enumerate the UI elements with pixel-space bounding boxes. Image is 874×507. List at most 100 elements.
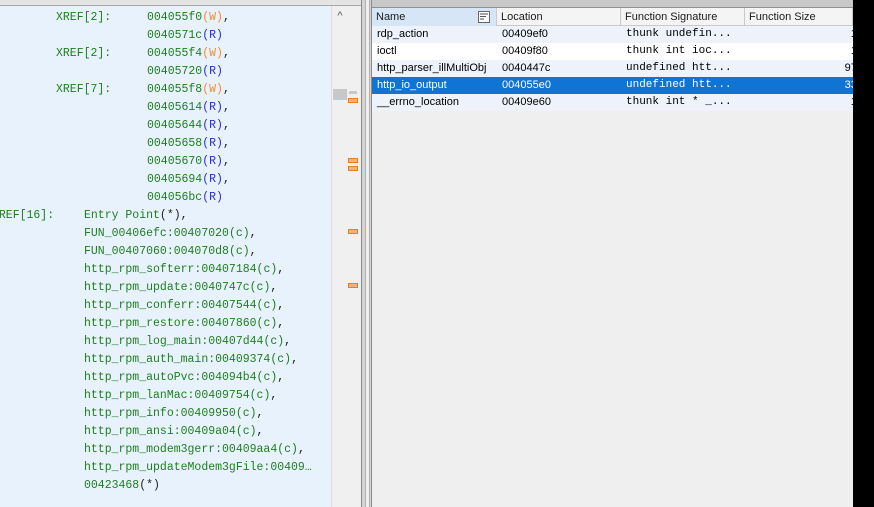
xref-address[interactable]: 00405658 xyxy=(147,137,202,150)
column-header-name[interactable]: Name xyxy=(372,8,497,26)
xref-kind: c xyxy=(242,425,250,438)
xref-address[interactable]: 00405694 xyxy=(147,173,202,186)
xref-reference[interactable]: http_rpm_restore:00407860 xyxy=(84,317,257,330)
column-header-location[interactable]: Location xyxy=(497,8,621,26)
separator: , xyxy=(270,389,278,402)
separator: , xyxy=(277,371,285,384)
separator: , xyxy=(284,335,292,348)
xref-kind: * xyxy=(166,209,174,222)
xref-type: R xyxy=(209,65,217,78)
listing-pane[interactable]: XREF[2]: 004055f0(W), 0040571c(R) XREF[2]: 0… xyxy=(0,6,331,507)
overview-marker[interactable] xyxy=(348,98,358,103)
xref-reference[interactable]: 00423468 xyxy=(84,479,139,492)
separator: , xyxy=(222,101,230,114)
xref-entry: http_rpm_info:00409950(c), xyxy=(84,405,263,423)
xref-address[interactable]: 004055f4 xyxy=(147,47,202,60)
xref-address[interactable]: 0040571c xyxy=(147,29,202,42)
xref-kind: c xyxy=(284,443,292,456)
xref-paren: ( xyxy=(249,281,257,294)
cell-size: 16 xyxy=(745,43,863,60)
xref-paren: ( xyxy=(249,389,257,402)
xref-address[interactable]: 00405614 xyxy=(147,101,202,114)
xref-kind: c xyxy=(235,227,243,240)
separator: , xyxy=(249,245,257,258)
separator: , xyxy=(222,119,230,132)
xref-reference[interactable]: http_rpm_update:0040747c xyxy=(84,281,250,294)
xref-reference[interactable]: http_rpm_log_main:00407d44 xyxy=(84,335,263,348)
cell-location: 00409ef0 xyxy=(502,28,548,40)
xref-label: XREF[2]: xyxy=(56,47,112,60)
xref-paren: ) xyxy=(291,443,298,456)
xref-type: R xyxy=(209,137,217,150)
separator: , xyxy=(270,281,278,294)
cell-signature: thunk int ioc... xyxy=(626,45,732,57)
xref-address[interactable]: 004055f8 xyxy=(147,83,202,96)
sort-filter-icon[interactable] xyxy=(478,11,490,23)
xref-address[interactable]: 00405720 xyxy=(147,65,202,78)
table-row[interactable]: http_io_output 004055e0 undefined htt... 33… xyxy=(372,77,863,94)
scroll-thumb[interactable] xyxy=(333,89,347,100)
overview-marker[interactable] xyxy=(348,166,358,171)
cell-location: 00409f80 xyxy=(502,45,548,57)
xref-paren: ) xyxy=(216,191,223,204)
cell-location: 0040447c xyxy=(502,62,551,74)
xref-reference[interactable]: http_rpm_auth_main:00409374 xyxy=(84,353,270,366)
table-row[interactable]: http_parser_illMultiObj 0040447c undefined… xyxy=(372,60,863,77)
xref-reference[interactable]: http_rpm_modem3gerr:00409aa4 xyxy=(84,443,277,456)
xref-reference[interactable]: http_rpm_autoPvc:004094b4 xyxy=(84,371,257,384)
functions-table[interactable]: Name Location Function Signature Functio… xyxy=(372,0,863,507)
xref-address[interactable]: 004056bc xyxy=(147,191,202,204)
xref-reference[interactable]: http_rpm_softerr:00407184 xyxy=(84,263,257,276)
cell-name: http_parser_illMultiObj xyxy=(377,62,487,74)
overview-marker[interactable] xyxy=(348,158,358,163)
overview-marker[interactable] xyxy=(348,283,358,288)
xref-address[interactable]: 00405644 xyxy=(147,119,202,132)
cell-size: 16 xyxy=(745,26,863,43)
chevron-up-icon[interactable]: ^ xyxy=(334,10,346,22)
cell-size: 976 xyxy=(745,60,863,77)
xref-type: R xyxy=(209,173,217,186)
table-toolbar-strip xyxy=(372,0,853,8)
overview-marker[interactable] xyxy=(348,229,358,234)
separator: , xyxy=(297,443,305,456)
xref-address[interactable]: 004055f0 xyxy=(147,11,202,24)
separator: , xyxy=(256,425,264,438)
xref-reference[interactable]: FUN_00406efc:00407020 xyxy=(84,227,229,240)
xref-reference[interactable]: http_rpm_conferr:00407544 xyxy=(84,299,257,312)
xref-reference[interactable]: Entry Point xyxy=(84,209,160,222)
xref-reference[interactable]: http_rpm_info:00409950 xyxy=(84,407,236,420)
xref-type: W xyxy=(209,83,217,96)
xref-entry: FUN_00406efc:00407020(c), xyxy=(84,225,257,243)
xref-paren: ( xyxy=(159,209,167,222)
xref-type: W xyxy=(209,11,217,24)
overview-scrollbar[interactable]: ^ xyxy=(331,6,361,507)
xref-paren: ) xyxy=(216,155,223,168)
table-row[interactable]: rdp_action 00409ef0 thunk undefin... 16 xyxy=(372,26,863,43)
xref-paren: ( xyxy=(235,407,243,420)
cell-location: 004055e0 xyxy=(502,79,551,91)
cell-name: http_io_output xyxy=(377,79,447,91)
xref-reference[interactable]: FUN_00407060:004070d8 xyxy=(84,245,229,258)
xref-paren: ) xyxy=(216,65,223,78)
column-header-size[interactable]: Function Size xyxy=(745,8,853,26)
xref-reference[interactable]: http_rpm_updateModem3gFile:00409… xyxy=(84,461,312,474)
column-header-signature[interactable]: Function Signature xyxy=(621,8,745,26)
table-row[interactable]: __errno_location 00409e60 thunk int * _...… xyxy=(372,94,863,111)
separator: , xyxy=(222,11,230,24)
xref-paren: ) xyxy=(249,407,257,420)
xref-reference[interactable]: http_rpm_lanMac:00409754 xyxy=(84,389,250,402)
xref-entry: 00405644(R), xyxy=(147,117,230,135)
xref-label: XREF[7]: xyxy=(56,83,112,96)
xref-reference[interactable]: http_rpm_ansi:00409a04 xyxy=(84,425,236,438)
xref-paren: ( xyxy=(228,227,236,240)
xref-entry: FUN_00407060:004070d8(c), xyxy=(84,243,257,261)
xref-kind: * xyxy=(146,479,154,492)
cell-signature: undefined htt... xyxy=(626,79,732,91)
separator: , xyxy=(222,47,230,60)
xref-address[interactable]: 00405670 xyxy=(147,155,202,168)
xref-paren: ) xyxy=(216,173,223,186)
separator: , xyxy=(180,209,188,222)
table-row[interactable]: ioctl 00409f80 thunk int ioc... 16 xyxy=(372,43,863,60)
separator: , xyxy=(277,299,285,312)
pane-splitter[interactable] xyxy=(361,0,372,507)
